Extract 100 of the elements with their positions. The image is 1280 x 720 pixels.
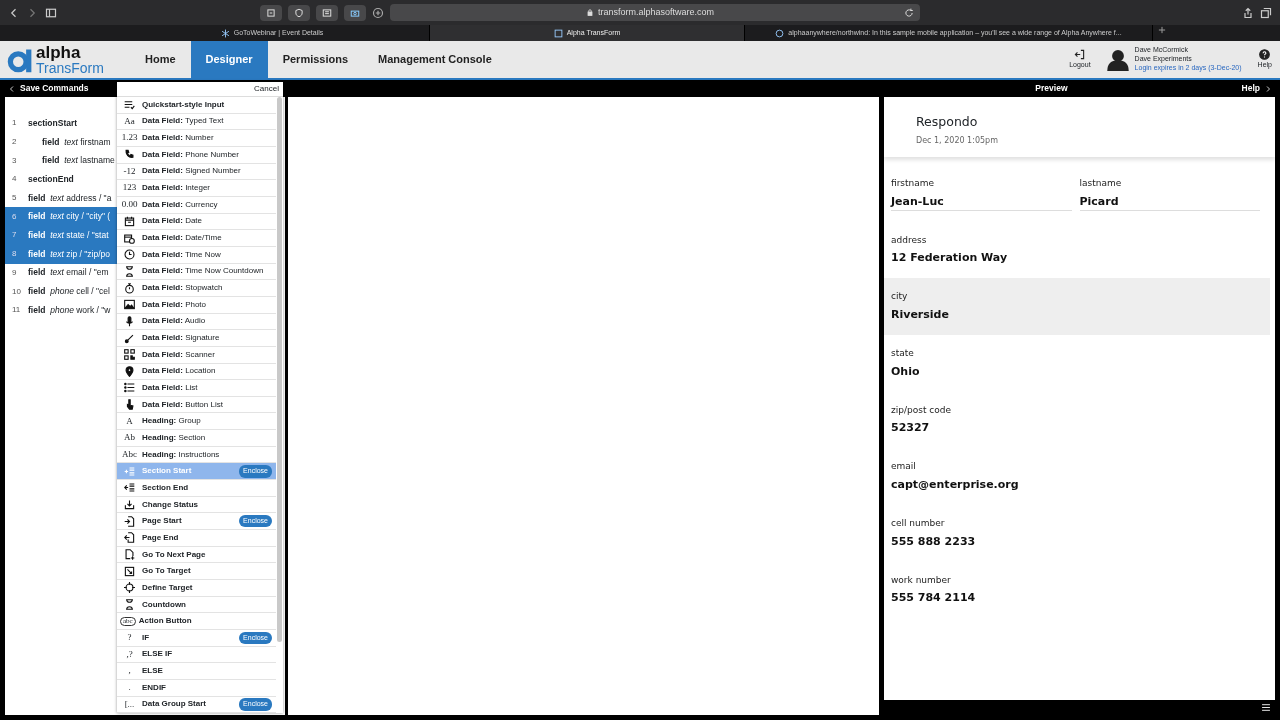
help-icon [1259,48,1271,60]
code-line[interactable]: 9 field text email / "em [5,263,117,283]
menu-item[interactable]: ,? ELSE IF [117,646,276,664]
menu-item[interactable]: Page End [117,530,276,547]
clock-icon [124,249,135,261]
field-label: address [891,233,928,247]
menu-item[interactable]: Data Field: Location [117,363,276,381]
form-row[interactable]: address 12 Federation Way [884,221,1275,279]
menu-item[interactable]: Ab Heading: Section [117,430,276,447]
stopwatch-icon [124,282,135,294]
chevron-left-icon [8,84,16,93]
help-link[interactable]: Help [1241,82,1272,95]
outdent-icon [124,482,135,494]
calendar-clock-icon [124,232,135,244]
page-add-icon [124,549,135,561]
line-number: 6 [11,210,18,223]
tabs-overview-icon[interactable] [1260,6,1272,19]
nav-tab[interactable]: Designer [190,41,268,78]
tab-icon[interactable] [265,7,277,18]
menu-item[interactable]: Data Field: Date/Time [117,230,276,247]
pen-icon [124,332,135,344]
add-icon[interactable] [372,6,384,19]
url-text[interactable]: transform.alphasoftware.com [597,5,714,20]
menu-item[interactable]: , ELSE [117,663,276,680]
menu-item[interactable]: Data Field: Button List [117,396,276,414]
page-enter-icon [124,515,135,527]
pointing-hand-icon [124,399,135,411]
code-line[interactable]: 4 sectionEnd [5,170,117,189]
menu-item[interactable]: -12 Data Field: Signed Number [117,163,276,181]
field-value: capt@enterprise.org [891,476,1020,493]
shield-icon[interactable] [293,7,305,18]
nav-tab[interactable]: Home [130,41,191,78]
line-number: 11 [11,304,22,317]
code-line[interactable]: 3 field text lastname [5,151,117,171]
menu-item[interactable]: Define Target [117,580,276,597]
field-value: Jean-Luc [891,193,1072,211]
field-label: city [891,290,909,304]
menu-item[interactable]: Data Field: Scanner [117,346,276,364]
command-icon: A [117,414,142,429]
reload-icon[interactable] [904,7,914,18]
menu-item[interactable]: Go To Target [117,563,276,581]
menu-item[interactable]: Data Field: Phone Number [117,146,276,164]
menu-item[interactable]: Data Field: Time Now Countdown [117,263,276,281]
menu-item[interactable]: Go To Next Page [117,546,276,564]
menu-item[interactable]: Data Field: Time Now [117,246,276,264]
code-line[interactable]: 10 field phone cell / "cel [5,282,117,301]
menu-item[interactable]: 1.23 Data Field: Number [117,130,276,147]
form-row[interactable]: zip/post code 52327 [884,391,1275,449]
form-row[interactable]: work number 555 784 2114 [884,561,1275,619]
form-row[interactable]: cell number 555 888 2233 [884,505,1275,562]
code-text: field phone cell / "cel [28,285,110,298]
form-row[interactable]: city Riverside [884,278,1270,336]
menu-item[interactable]: Data Field: Date [117,213,276,231]
nav-tab[interactable]: Management Console [363,41,507,78]
form-row[interactable]: state Ohio [884,335,1275,392]
form-row[interactable]: email capt@enterprise.org [884,448,1275,506]
code-text: field text state / "stat [28,229,109,242]
nav-tab[interactable]: Permissions [267,41,364,78]
code-line[interactable]: 11 field phone work / "w [5,300,117,320]
menu-icon[interactable] [1261,703,1271,712]
menu-item[interactable]: Countdown [117,596,276,614]
field-label: work number [891,573,952,587]
menu-item[interactable]: 0.00 Data Field: Currency [117,196,276,214]
menu-item[interactable]: Data Field: Stopwatch [117,280,276,297]
command-icon: -12 [117,164,142,179]
share-icon[interactable] [1242,6,1254,19]
new-tab-icon[interactable] [1157,25,1167,35]
code-line[interactable]: 5 field text address / "a [5,188,117,208]
preview-title: Preview [1035,83,1068,94]
field-label: state [891,347,915,361]
code-text: sectionStart [28,116,78,130]
field-value: 12 Federation Way [891,250,1009,267]
logo-text: alpha [36,44,82,61]
sidebar-icon[interactable] [44,6,58,19]
command-icon: Abc [117,447,142,462]
command-icon: Aa [117,114,142,129]
cancel-button[interactable]: Cancel [254,82,279,96]
menu-item[interactable]: 123 Data Field: Integer [117,180,276,197]
camera-icon[interactable] [349,7,361,18]
menu-item[interactable]: Change Status [117,496,276,514]
code-line[interactable]: 2 field text firstnam [5,132,117,152]
menu-item[interactable]: A Heading: Group [117,413,276,431]
save-commands-button[interactable]: Save Commands [8,82,89,95]
scrollbar[interactable] [277,97,282,642]
menu-item[interactable]: Data Field: Photo [117,296,276,314]
reader-icon[interactable] [321,7,333,18]
field-label: cell number [891,517,946,531]
menu-item[interactable]: Section End [117,480,276,497]
form-row[interactable]: firstname Jean-Luc lastname Picard [884,165,1275,222]
microphone-icon [124,315,135,327]
menu-item[interactable]: Quickstart-style Input [117,97,276,114]
code-line[interactable]: 1 sectionStart [5,114,117,133]
field-value: Riverside [891,306,950,323]
menu-item[interactable]: Aa Data Field: Typed Text [117,113,276,131]
menu-item[interactable]: Data Field: Audio [117,313,276,331]
field-value: Picard [1079,193,1260,211]
menu-item[interactable]: Data Field: List [117,380,276,397]
menu-item[interactable]: . ENDIF [117,679,276,697]
menu-item[interactable]: Data Field: Signature [117,330,276,347]
field-value: Ohio [891,363,921,380]
